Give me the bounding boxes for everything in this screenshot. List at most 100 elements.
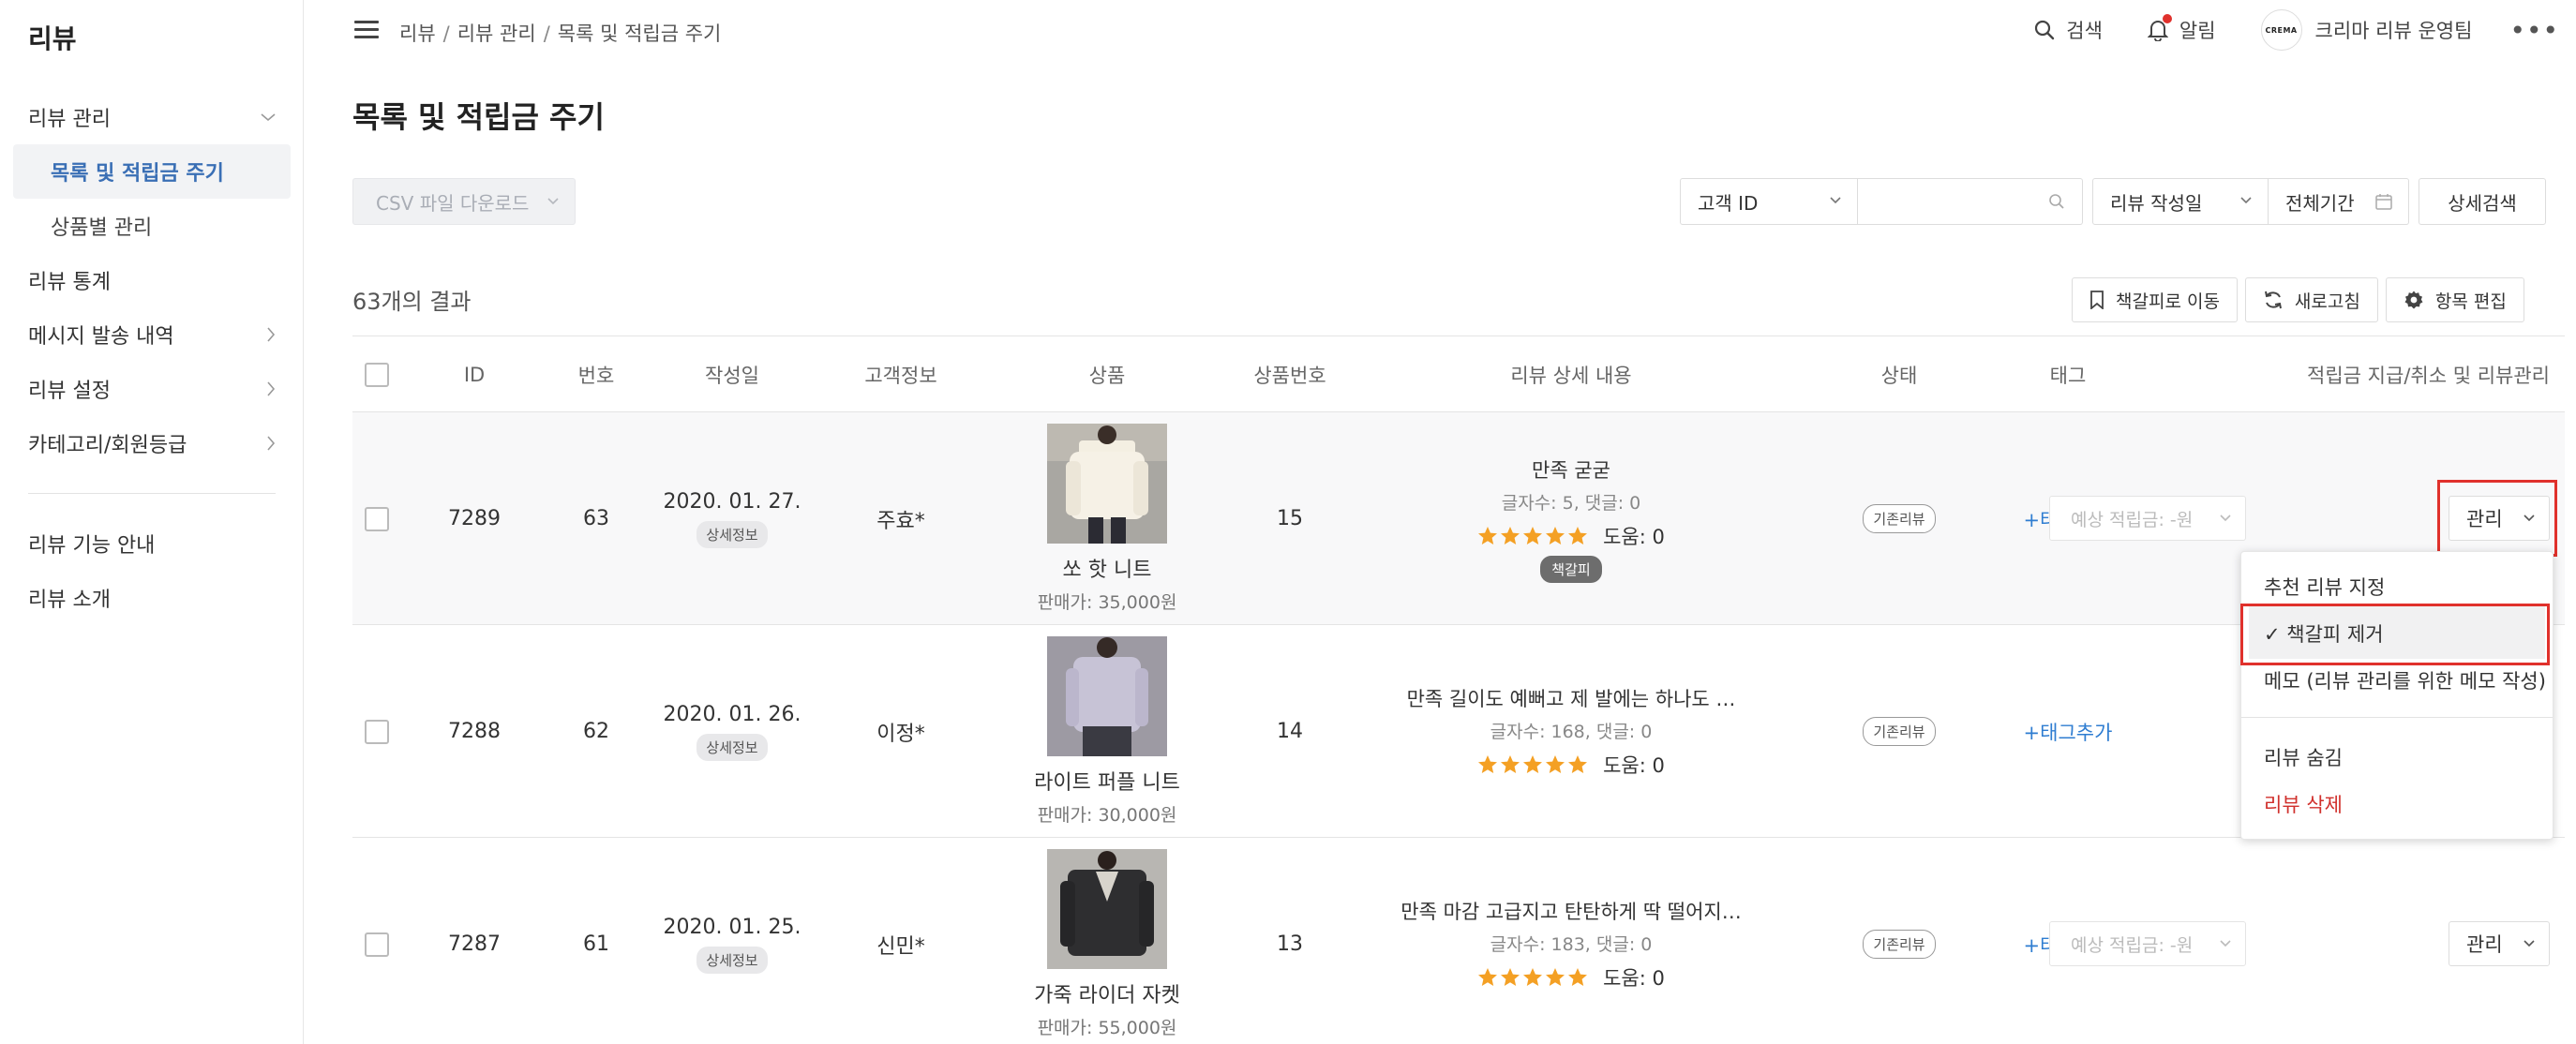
product-name[interactable]: 쏘 핫 니트	[1063, 553, 1152, 583]
manage-button-highlight	[2437, 480, 2557, 557]
calendar-icon	[2375, 194, 2392, 210]
product-name[interactable]: 가죽 라이더 자켓	[1034, 978, 1180, 1008]
detail-info-badge[interactable]: 상세정보	[696, 946, 768, 974]
search-label: 검색	[2066, 20, 2103, 42]
breadcrumb-item[interactable]: 리뷰 관리	[457, 22, 536, 45]
alert-dot	[2162, 14, 2172, 23]
add-tag-link[interactable]: +태그추가	[2024, 718, 2113, 746]
points-placeholder: 예상 적립금: -원	[2071, 934, 2194, 956]
sidebar-item-review-manage[interactable]: 리뷰 관리	[0, 90, 304, 144]
row-checkbox[interactable]	[365, 719, 389, 744]
customer-filter-select[interactable]: 고객 ID	[1680, 178, 1858, 225]
helpful-count: 도움: 0	[1603, 967, 1665, 990]
edit-columns-button[interactable]: 항목 편집	[2385, 277, 2524, 322]
bookmark-jump-button[interactable]: 책갈피로 이동	[2072, 277, 2238, 322]
sidebar-item-label: 메시지 발송 내역	[28, 325, 174, 349]
cell-date: 2020. 01. 25. 상세정보	[643, 838, 821, 1044]
cell-id: 7289	[448, 507, 501, 530]
search-input[interactable]	[1858, 178, 2083, 225]
product-thumbnail[interactable]	[1046, 636, 1167, 756]
sidebar-item-review-stats[interactable]: 리뷰 통계	[0, 253, 304, 307]
menu-item-hide-review[interactable]: 리뷰 숨김	[2264, 743, 2343, 771]
page-title: 목록 및 적립금 주기	[352, 99, 605, 135]
sidebar-item-label: 리뷰 통계	[28, 271, 111, 294]
sidebar-item-category-grade[interactable]: 카테고리/회원등급	[0, 416, 304, 470]
chevron-right-icon	[267, 327, 276, 342]
product-price: 판매가: 30,000원	[1037, 805, 1177, 826]
review-title[interactable]: 만족 마감 고급지고 탄탄하게 딱 떨어지…	[1400, 897, 1742, 925]
chevron-down-icon	[2220, 515, 2231, 522]
row-checkbox[interactable]	[365, 506, 389, 531]
col-header-date: 작성일	[705, 365, 759, 387]
search-icon	[2049, 194, 2064, 209]
sidebar-item-label: 리뷰 기능 안내	[28, 534, 156, 558]
menu-item-delete-review[interactable]: 리뷰 삭제	[2264, 790, 2343, 818]
col-header-number: 번호	[577, 365, 615, 387]
review-meta: 글자수: 183, 댓글: 0	[1490, 934, 1653, 955]
points-select[interactable]: 예상 적립금: -원	[2049, 921, 2246, 966]
sidebar-item-label: 카테고리/회원등급	[28, 434, 187, 457]
sidebar-item-review-settings[interactable]: 리뷰 설정	[0, 362, 304, 416]
cell-id: 7288	[448, 720, 501, 743]
refresh-button[interactable]: 새로고침	[2244, 277, 2378, 322]
product-price: 판매가: 55,000원	[1037, 1018, 1177, 1038]
sidebar-divider	[28, 493, 276, 494]
user-menu[interactable]: CREMA 크리마 리뷰 운영팀	[2260, 9, 2472, 51]
cell-tag: +태그추가	[2002, 625, 2134, 838]
sidebar-item-list-points[interactable]: 목록 및 적립금 주기	[13, 144, 291, 199]
refresh-icon	[2264, 291, 2282, 309]
cell-product: 가죽 라이더 자켓 판매가: 55,000원	[990, 838, 1224, 1044]
sidebar-item-message-history[interactable]: 메시지 발송 내역	[0, 307, 304, 362]
row-checkbox[interactable]	[365, 932, 389, 957]
advanced-search-button[interactable]: 상세검색	[2419, 178, 2546, 225]
date-range-picker[interactable]: 전체기간	[2269, 178, 2409, 225]
col-header-tag: 태그	[2049, 365, 2087, 387]
review-title[interactable]: 만족 굳굳	[1532, 455, 1610, 484]
detail-info-badge[interactable]: 상세정보	[696, 520, 768, 548]
review-title[interactable]: 만족 길이도 예뻐고 제 발에는 하나도 …	[1407, 684, 1736, 712]
chevron-right-icon	[267, 381, 276, 396]
cell-customer[interactable]: 이정*	[831, 625, 971, 838]
sidebar-item-feature-guide[interactable]: 리뷰 기능 안내	[0, 516, 304, 571]
review-date: 2020. 01. 27.	[663, 489, 801, 514]
star-icon	[1523, 968, 1543, 986]
cell-review: 만족 굳굳 글자수: 5, 댓글: 0 도움: 0 책갈피	[1384, 412, 1759, 625]
cell-customer[interactable]: 주효*	[831, 412, 971, 625]
breadcrumb-item[interactable]: 리뷰	[399, 22, 436, 45]
row-checkbox-cell	[354, 625, 399, 838]
menu-item-recommend[interactable]: 추천 리뷰 지정	[2264, 573, 2385, 601]
manage-label: 관리	[2466, 933, 2503, 956]
date-type-select[interactable]: 리뷰 작성일	[2092, 178, 2269, 225]
menu-icon[interactable]	[354, 21, 379, 39]
col-header-review-detail: 리뷰 상세 내용	[1510, 365, 1632, 387]
product-name[interactable]: 라이트 퍼플 니트	[1034, 766, 1180, 796]
more-icon[interactable]: •••	[2509, 15, 2559, 46]
table-row: 7289 63 2020. 01. 27. 상세정보 주효* 쏘 핫 니트 판매…	[352, 412, 2565, 625]
cell-product: 쏘 핫 니트 판매가: 35,000원	[990, 412, 1224, 625]
chevron-up-icon	[261, 113, 276, 122]
product-thumbnail[interactable]	[1046, 849, 1167, 969]
sidebar-nav: 리뷰 관리 목록 및 적립금 주기 상품별 관리 리뷰 통계 메시지 발송 내역…	[0, 90, 304, 625]
detail-info-badge[interactable]: 상세정보	[696, 733, 768, 761]
alert-button[interactable]: 알림	[2147, 14, 2216, 44]
csv-download-button[interactable]: CSV 파일 다운로드	[352, 178, 576, 225]
star-icon	[1478, 526, 1498, 544]
menu-item-memo[interactable]: 메모 (리뷰 관리를 위한 메모 작성)	[2264, 666, 2546, 694]
product-thumbnail[interactable]	[1047, 424, 1167, 544]
row-checkbox-cell	[354, 838, 399, 1044]
sidebar-item-product-manage[interactable]: 상품별 관리	[0, 199, 304, 253]
chevron-down-icon	[2240, 197, 2252, 204]
select-all-checkbox[interactable]	[365, 363, 389, 387]
review-date: 2020. 01. 25.	[663, 915, 801, 939]
cell-customer[interactable]: 신민*	[831, 838, 971, 1044]
manage-button[interactable]: 관리	[2449, 921, 2550, 966]
sidebar-item-about[interactable]: 리뷰 소개	[0, 571, 304, 625]
breadcrumb-item[interactable]: 목록 및 적립금 주기	[558, 22, 722, 45]
search-button[interactable]: 검색	[2034, 16, 2103, 44]
cell-status: 기존리뷰	[1852, 412, 1946, 625]
points-select[interactable]: 예상 적립금: -원	[2049, 496, 2246, 541]
manage-dropdown-menu: 추천 리뷰 지정 ✓ 책갈피 제거 메모 (리뷰 관리를 위한 메모 작성) 리…	[2240, 551, 2554, 840]
alert-label: 알림	[2179, 20, 2216, 42]
star-icon	[1568, 968, 1588, 986]
table-tools: 책갈피로 이동 새로고침 항목 편집	[2072, 277, 2532, 322]
